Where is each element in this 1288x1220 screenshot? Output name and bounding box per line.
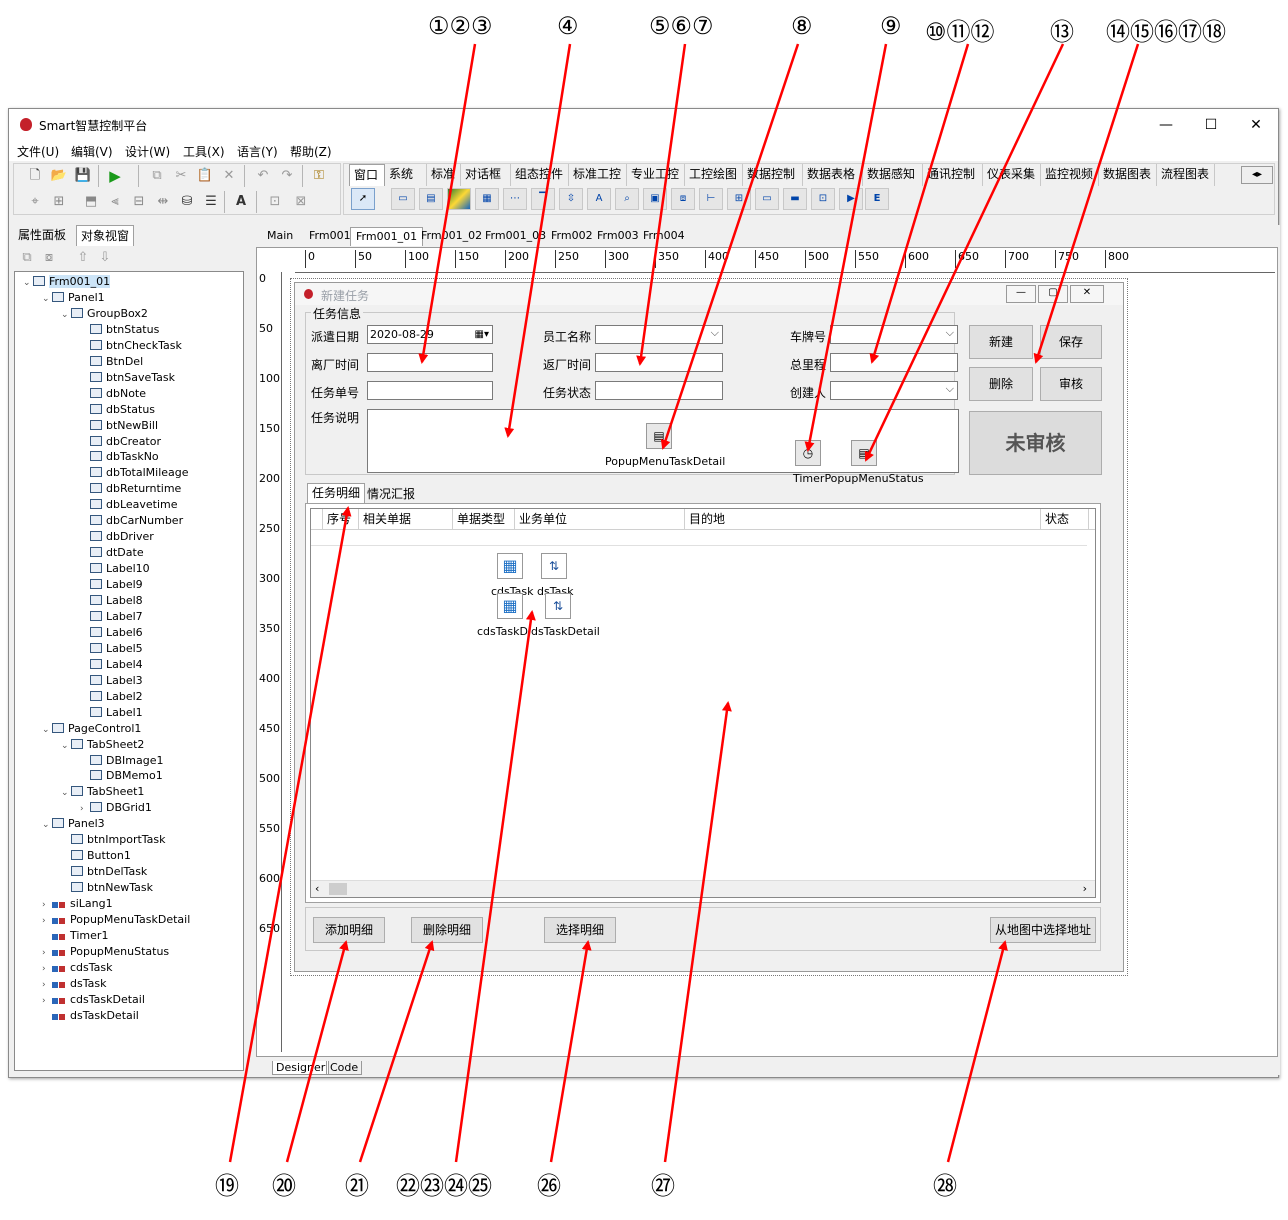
arrow-8 — [660, 43, 800, 450]
arrow-19 — [228, 506, 352, 1163]
arrow-22-25 — [454, 610, 536, 1163]
arrow-21 — [358, 940, 435, 1163]
arrow-28 — [946, 940, 1008, 1163]
annotation-arrows — [228, 43, 1140, 1163]
arrow-5-7 — [636, 43, 687, 366]
arrow-26 — [549, 940, 592, 1163]
arrow-4 — [504, 43, 572, 438]
arrow-14-18 — [1033, 43, 1140, 364]
arrow-10-12 — [869, 43, 970, 364]
arrow-20 — [285, 940, 349, 1163]
arrow-27 — [663, 701, 732, 1163]
arrow-13 — [864, 43, 1065, 462]
arrow-1-3 — [418, 43, 477, 364]
arrow-9 — [804, 43, 888, 452]
